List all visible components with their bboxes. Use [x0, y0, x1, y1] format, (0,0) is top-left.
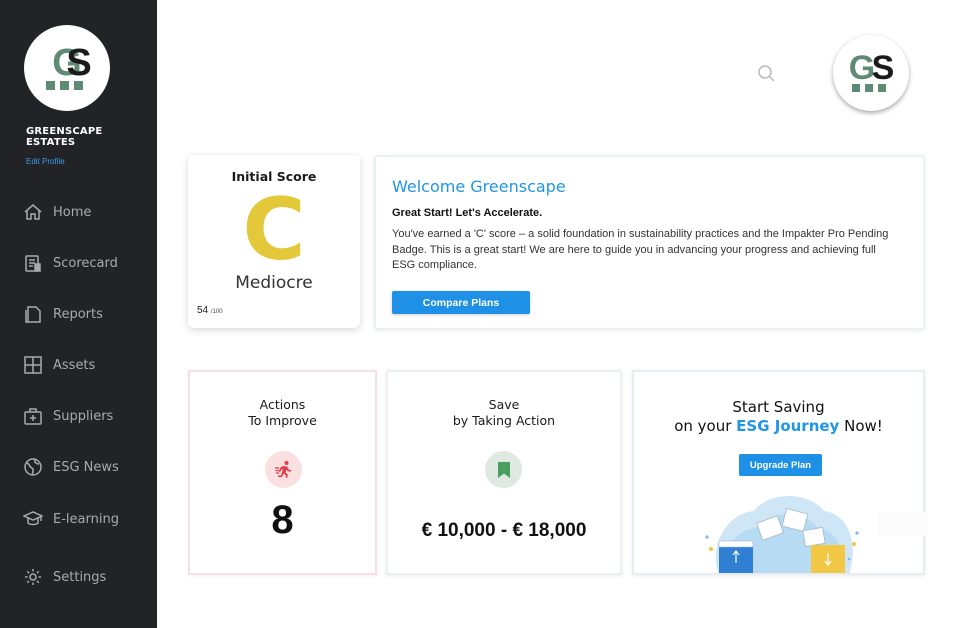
floating-widget-placeholder	[878, 512, 928, 536]
compare-plans-button[interactable]: Compare Plans	[392, 291, 530, 314]
initial-score-card: Initial Score C Mediocre 54 /100	[188, 155, 360, 328]
sidebar-item-label: Reports	[53, 306, 103, 322]
scorecard-icon	[22, 252, 44, 274]
upgrade-plan-button[interactable]: Upgrade Plan	[739, 454, 822, 476]
suppliers-icon	[22, 405, 44, 427]
score-letter-grade: C	[240, 180, 308, 280]
graduation-cap-icon	[22, 508, 44, 530]
assets-icon	[22, 354, 44, 376]
actions-title: Actions To Improve	[190, 397, 375, 429]
score-title: Initial Score	[231, 169, 317, 184]
score-max: /100	[210, 309, 223, 315]
upgrade-title-line1: Start Saving	[732, 398, 825, 416]
sidebar-item-label: Home	[53, 204, 92, 220]
sidebar-item-label: Assets	[53, 357, 96, 373]
save-by-taking-action-card: Save by Taking Action € 10,000 - € 18,00…	[386, 370, 622, 575]
welcome-subtitle: Great Start! Let's Accelerate.	[392, 207, 543, 219]
upgrade-title-accent: ESG Journey	[736, 417, 840, 435]
sidebar-item-suppliers[interactable]: Suppliers	[22, 404, 113, 428]
sidebar-item-home[interactable]: Home	[22, 200, 91, 224]
company-name: GREENSCAPE ESTATES	[26, 126, 103, 148]
sidebar: G GS S GREENSCAPE ESTATES Edit Profile H…	[0, 0, 157, 628]
sidebar-item-label: ESG News	[53, 459, 119, 475]
actions-to-improve-card[interactable]: Actions To Improve 8	[188, 370, 377, 575]
save-title: Save by Taking Action	[388, 397, 620, 429]
globe-icon	[22, 456, 44, 478]
company-logo: G GS S	[24, 25, 110, 111]
actions-title-line1: Actions	[259, 397, 306, 412]
save-title-line1: Save	[488, 397, 520, 412]
bookmark-icon	[485, 451, 522, 488]
sidebar-item-e-learning[interactable]: E-learning	[22, 507, 119, 531]
upgrade-title-prefix: on your	[674, 417, 737, 435]
reports-icon	[22, 303, 44, 325]
save-title-line2: by Taking Action	[452, 413, 556, 428]
avatar[interactable]: G S	[833, 35, 909, 111]
score-rating: Mediocre	[235, 273, 313, 293]
folders-illustration	[699, 489, 864, 573]
score-number: 54	[197, 305, 209, 316]
svg-text:S: S	[66, 42, 91, 84]
sidebar-item-scorecard[interactable]: Scorecard	[22, 251, 118, 275]
sidebar-item-esg-news[interactable]: ESG News	[22, 455, 119, 479]
sidebar-item-settings[interactable]: Settings	[22, 565, 106, 589]
sidebar-item-label: Scorecard	[53, 255, 118, 271]
edit-profile-link[interactable]: Edit Profile	[26, 157, 65, 166]
sidebar-item-label: Settings	[53, 569, 107, 585]
running-person-icon	[265, 451, 302, 488]
actions-count: 8	[271, 498, 294, 542]
sidebar-item-label: Suppliers	[53, 408, 114, 424]
score-value: 54 /100	[197, 305, 223, 316]
sidebar-item-reports[interactable]: Reports	[22, 302, 103, 326]
upgrade-title-line2: on your ESG Journey Now!	[634, 417, 923, 436]
score-letter-text: C	[242, 193, 305, 269]
sidebar-item-label: E-learning	[53, 511, 119, 527]
sidebar-item-assets[interactable]: Assets	[22, 353, 95, 377]
upgrade-title-suffix: Now!	[839, 417, 883, 435]
upgrade-title: Start Saving on your ESG Journey Now!	[634, 398, 923, 436]
search-icon[interactable]	[757, 64, 777, 84]
welcome-title: Welcome Greenscape	[392, 177, 566, 196]
upgrade-card: Start Saving on your ESG Journey Now! Up…	[632, 370, 925, 575]
welcome-body: You've earned a 'C' score – a solid foun…	[392, 228, 889, 271]
actions-title-line2: To Improve	[248, 413, 317, 428]
welcome-card: Welcome Greenscape Great Start! Let's Ac…	[374, 155, 925, 330]
home-icon	[22, 201, 44, 223]
savings-range: € 10,000 - € 18,000	[421, 520, 587, 541]
svg-text:S: S	[872, 49, 895, 87]
gear-icon	[22, 566, 44, 588]
